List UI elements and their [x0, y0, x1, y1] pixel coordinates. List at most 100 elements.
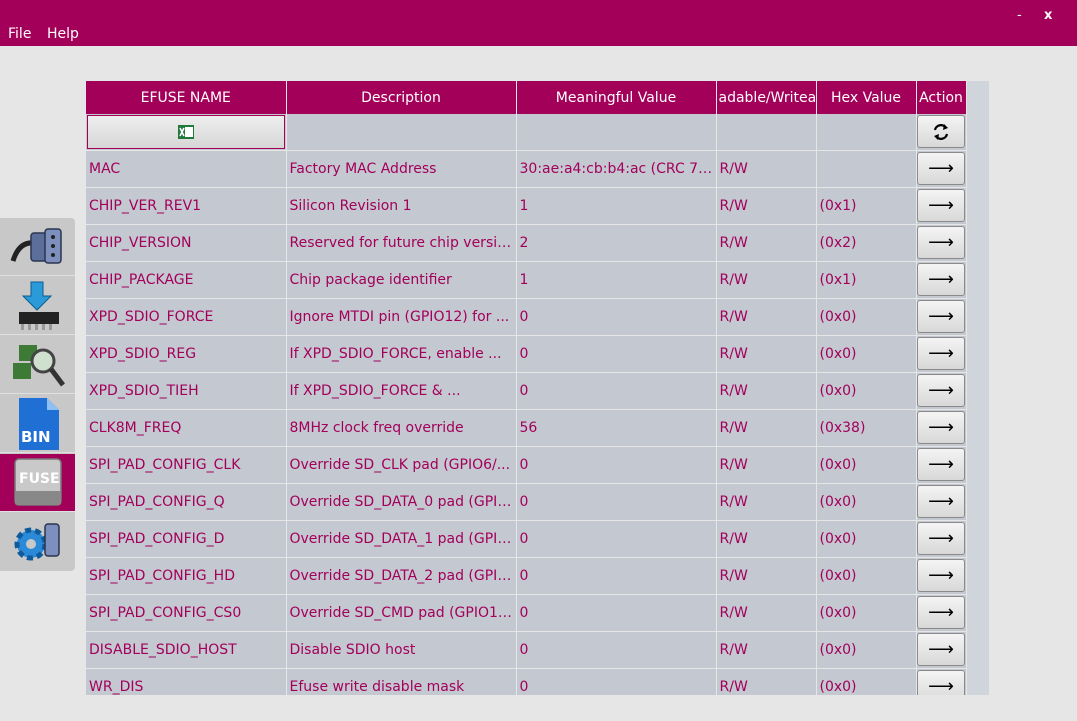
description-cell: Ignore MTDI pin (GPIO12) for ...: [286, 298, 517, 336]
arrow-right-icon: ⟶: [928, 528, 954, 549]
description-cell: Reserved for future chip versions: [286, 224, 517, 262]
arrow-right-icon: ⟶: [928, 454, 954, 475]
download-chip-icon: [18, 281, 59, 330]
description-cell: If XPD_SDIO_FORCE, enable ...: [286, 335, 517, 373]
table-row: SPI_PAD_CONFIG_HD Override SD_DATA_2 pad …: [86, 557, 967, 595]
sidebar-item-settings[interactable]: [0, 513, 75, 571]
table-header-row: EFUSE NAME Description Meaningful Value …: [86, 81, 967, 114]
arrow-right-icon: ⟶: [928, 639, 954, 660]
row-action-button[interactable]: ⟶: [917, 337, 965, 370]
sidebar: BIN FUSE: [0, 218, 75, 571]
efuse-table: EFUSE NAME Description Meaningful Value …: [86, 81, 967, 695]
hex-value-cell: (0x38): [816, 409, 917, 447]
hex-value-cell: (0x0): [816, 668, 917, 695]
row-action-button[interactable]: ⟶: [917, 522, 965, 555]
description-cell: Override SD_CMD pad (GPIO11...: [286, 594, 517, 632]
efuse-name-cell: DISABLE_SDIO_HOST: [86, 631, 287, 669]
menu-help[interactable]: Help: [47, 24, 79, 44]
minimize-button[interactable]: -: [1017, 6, 1022, 26]
efuse-table-panel: EFUSE NAME Description Meaningful Value …: [86, 81, 989, 695]
description-cell: Override SD_CLK pad (GPIO6/...: [286, 446, 517, 484]
efuse-name-cell: XPD_SDIO_REG: [86, 335, 287, 373]
arrow-right-icon: ⟶: [928, 602, 954, 623]
hex-value-cell: (0x0): [816, 372, 917, 410]
refresh-button[interactable]: [917, 115, 965, 149]
row-action-button[interactable]: ⟶: [917, 152, 965, 185]
sidebar-item-download[interactable]: [0, 277, 75, 335]
arrow-right-icon: ⟶: [928, 417, 954, 438]
table-row: XPD_SDIO_FORCE Ignore MTDI pin (GPIO12) f…: [86, 298, 967, 336]
arrow-right-icon: ⟶: [928, 491, 954, 512]
export-excel-button[interactable]: [86, 114, 285, 149]
arrow-right-icon: ⟶: [928, 565, 954, 586]
description-cell: Override SD_DATA_1 pad (GPIO...: [286, 520, 517, 558]
meaningful-value-cell: 0: [516, 335, 717, 373]
row-action-button[interactable]: ⟶: [917, 485, 965, 518]
sidebar-item-fuse[interactable]: FUSE: [0, 454, 75, 512]
hex-value-cell: (0x0): [816, 483, 917, 521]
hex-value-cell: (0x0): [816, 298, 917, 336]
sidebar-item-chip-search[interactable]: [0, 336, 75, 394]
efuse-name-cell: SPI_PAD_CONFIG_CS0: [86, 594, 287, 632]
row-action-button[interactable]: ⟶: [917, 300, 965, 333]
read-write-cell: R/W: [716, 261, 817, 299]
refresh-icon: [933, 123, 949, 140]
svg-text:BIN: BIN: [21, 428, 51, 446]
table-row: SPI_PAD_CONFIG_D Override SD_DATA_1 pad (…: [86, 520, 967, 558]
description-cell: Factory MAC Address: [286, 150, 517, 188]
efuse-name-cell: MAC: [86, 150, 287, 188]
read-write-cell: R/W: [716, 594, 817, 632]
meaningful-value-cell: 0: [516, 594, 717, 632]
title-bar: - x File Help: [0, 0, 1077, 46]
hex-value-cell: [816, 150, 917, 188]
read-write-cell: R/W: [716, 483, 817, 521]
menu-file[interactable]: File: [8, 24, 31, 44]
table-row: SPI_PAD_CONFIG_CS0 Override SD_CMD pad (G…: [86, 594, 967, 632]
read-write-cell: R/W: [716, 372, 817, 410]
meaningful-value-cell: 0: [516, 446, 717, 484]
efuse-name-cell: CHIP_VERSION: [86, 224, 287, 262]
meaningful-value-cell: 0: [516, 557, 717, 595]
settings-gear-icon: [14, 523, 60, 561]
row-action-button[interactable]: ⟶: [917, 670, 965, 695]
header-efuse-name: EFUSE NAME: [86, 81, 287, 114]
meaningful-value-cell: 0: [516, 631, 717, 669]
row-action-button[interactable]: ⟶: [917, 189, 965, 222]
read-write-cell: R/W: [716, 298, 817, 336]
row-action-button[interactable]: ⟶: [917, 559, 965, 592]
description-cell: Override SD_DATA_0 pad (GPIO...: [286, 483, 517, 521]
description-cell: Disable SDIO host: [286, 631, 517, 669]
efuse-name-cell: CHIP_VER_REV1: [86, 187, 287, 225]
hex-value-cell: (0x0): [816, 335, 917, 373]
row-action-button[interactable]: ⟶: [917, 374, 965, 407]
hex-value-cell: (0x0): [816, 631, 917, 669]
arrow-right-icon: ⟶: [928, 195, 954, 216]
row-action-button[interactable]: ⟶: [917, 448, 965, 481]
meaningful-value-cell: 2: [516, 224, 717, 262]
description-cell: Override SD_DATA_2 pad (GPIO...: [286, 557, 517, 595]
arrow-right-icon: ⟶: [928, 158, 954, 179]
hex-value-cell: (0x0): [816, 520, 917, 558]
row-action-button[interactable]: ⟶: [917, 411, 965, 444]
close-button[interactable]: x: [1044, 6, 1052, 26]
row-action-button[interactable]: ⟶: [917, 263, 965, 296]
row-action-button[interactable]: ⟶: [917, 596, 965, 629]
row-action-button[interactable]: ⟶: [917, 226, 965, 259]
read-write-cell: R/W: [716, 335, 817, 373]
sidebar-item-bin[interactable]: BIN: [0, 395, 75, 453]
arrow-right-icon: ⟶: [928, 269, 954, 290]
header-hex-value: Hex Value: [816, 81, 917, 114]
read-write-cell: R/W: [716, 631, 817, 669]
row-action-button[interactable]: ⟶: [917, 633, 965, 666]
description-cell: Silicon Revision 1: [286, 187, 517, 225]
bin-file-icon: BIN: [18, 397, 59, 450]
hex-value-cell: (0x0): [816, 557, 917, 595]
table-row: SPI_PAD_CONFIG_CLK Override SD_CLK pad (G…: [86, 446, 967, 484]
sidebar-item-serial[interactable]: [0, 218, 75, 276]
hex-value-cell: (0x0): [816, 446, 917, 484]
header-readable-writeable: adable/Writeal: [716, 81, 817, 114]
efuse-name-cell: SPI_PAD_CONFIG_CLK: [86, 446, 287, 484]
table-row: CHIP_PACKAGE Chip package identifier 1 R/W(…: [86, 261, 967, 299]
read-write-cell: R/W: [716, 187, 817, 225]
read-write-cell: R/W: [716, 520, 817, 558]
